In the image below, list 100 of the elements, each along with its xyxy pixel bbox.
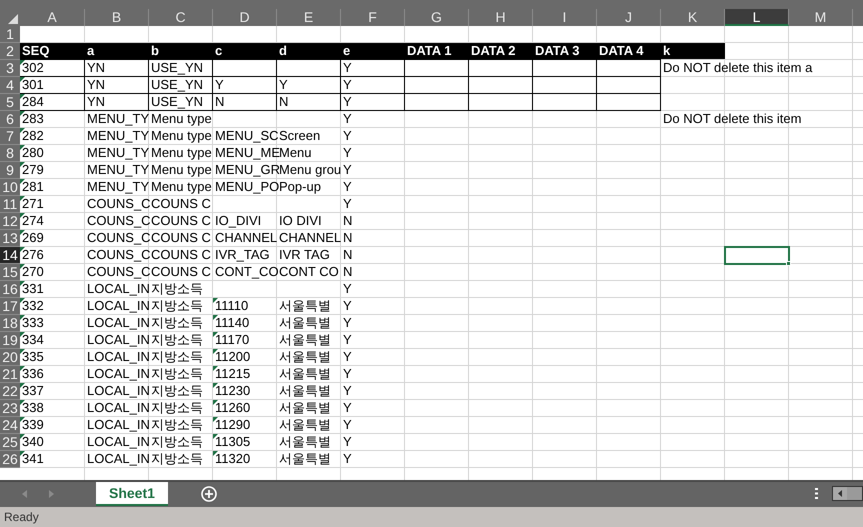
cell-text: Y [343, 179, 352, 195]
cell-text: 332 [22, 298, 44, 314]
cell-text: MENU_TY [87, 145, 150, 161]
status-text: Ready [4, 509, 39, 526]
row-header[interactable]: 8 [0, 145, 20, 161]
cell-text: 지방소득 [151, 281, 203, 297]
column-header[interactable]: L [725, 9, 789, 26]
column-header[interactable]: I [533, 9, 597, 26]
cell-text: 지방소득 [151, 417, 203, 433]
cell-text: MENU_PO [215, 179, 280, 195]
cell-text: 334 [22, 332, 44, 348]
column-header[interactable]: E [277, 9, 341, 26]
cell-text: Y [279, 77, 288, 93]
cell-text: 서울특별 [279, 315, 331, 331]
row-header[interactable]: 12 [0, 213, 20, 229]
cell-text: 335 [22, 349, 44, 365]
cell-text: N [215, 94, 224, 110]
column-header[interactable]: H [469, 9, 533, 26]
cell-text: 302 [22, 60, 44, 76]
cell-text: 341 [22, 451, 44, 467]
cell-text: LOCAL_IN [87, 315, 150, 331]
cell-text: 서울특별 [279, 366, 331, 382]
cell-text: MENU_TY [87, 179, 150, 195]
cell-text: YN [87, 94, 106, 110]
cell-text: COUNS_C [87, 264, 151, 280]
cell-text: 11200 [215, 349, 250, 365]
cell-text: COUNS_C [87, 247, 151, 263]
row-header[interactable]: 17 [0, 298, 20, 314]
header-cell: a [85, 43, 149, 59]
cell-text: Y [343, 77, 352, 93]
row-header[interactable]: 10 [0, 179, 20, 195]
row-header[interactable]: 3 [0, 60, 20, 76]
row-header[interactable]: 23 [0, 400, 20, 416]
cell-text: 271 [22, 196, 44, 212]
sheet-tab[interactable]: Sheet1 [96, 482, 168, 506]
cell-text: Y [343, 60, 352, 76]
cell-text: Y [343, 332, 352, 348]
header-cell: k [661, 43, 725, 59]
cell-text: 11290 [215, 417, 250, 433]
cell-text: Y [343, 281, 352, 297]
row-header[interactable]: 11 [0, 196, 20, 212]
row-header[interactable]: 1 [0, 26, 20, 42]
cell-text: 지방소득 [151, 349, 203, 365]
cell-text: YN [87, 77, 106, 93]
cell-text: 274 [22, 213, 44, 229]
row-header[interactable]: 26 [0, 451, 20, 467]
more-options-icon[interactable] [815, 488, 818, 499]
column-header[interactable]: J [597, 9, 661, 26]
row-header[interactable]: 6 [0, 111, 20, 127]
row-header[interactable]: 15 [0, 264, 20, 280]
cell-text: IVR_TAG [215, 247, 270, 263]
row-header[interactable]: 14 [0, 247, 20, 263]
row-header[interactable]: 9 [0, 162, 20, 178]
cell-text: MENU_ME [215, 145, 280, 161]
row-header[interactable]: 24 [0, 417, 20, 433]
row-header[interactable]: 21 [0, 366, 20, 382]
scroll-left-button[interactable] [833, 487, 847, 500]
left-arrow-icon [838, 490, 842, 497]
cell-text: YN [87, 60, 106, 76]
select-all-icon[interactable] [8, 14, 18, 24]
column-header[interactable]: A [20, 9, 85, 26]
cell-text: Menu grou [279, 162, 342, 178]
column-header[interactable]: B [85, 9, 149, 26]
column-header[interactable]: M [789, 9, 853, 26]
row-header[interactable]: 13 [0, 230, 20, 246]
cell-text: 339 [22, 417, 44, 433]
horizontal-scrollbar[interactable] [832, 486, 863, 501]
row-header[interactable]: 19 [0, 332, 20, 348]
cell-text: MENU_SC [215, 128, 279, 144]
add-sheet-icon[interactable] [200, 486, 217, 502]
column-header[interactable]: F [341, 9, 405, 26]
column-header[interactable]: C [149, 9, 213, 26]
row-header[interactable]: 22 [0, 383, 20, 399]
cell-text: 11110 [215, 298, 248, 314]
row-header[interactable]: 7 [0, 128, 20, 144]
cell-text: COUNS C [151, 213, 211, 229]
cell-text: Pop-up [279, 179, 321, 195]
cell-text: CHANNEL [279, 230, 342, 246]
cell-text: LOCAL_IN [87, 417, 150, 433]
row-header[interactable]: 18 [0, 315, 20, 331]
row-header[interactable]: 20 [0, 349, 20, 365]
row-header[interactable]: 2 [0, 43, 20, 59]
row-header[interactable]: 5 [0, 94, 20, 110]
column-header[interactable]: G [405, 9, 469, 26]
cell-text: MENU_TY [87, 128, 150, 144]
header-cell: b [149, 43, 213, 59]
cell-text: 서울특별 [279, 349, 331, 365]
cell-text: 서울특별 [279, 332, 331, 348]
cell-text: 지방소득 [151, 366, 203, 382]
row-header[interactable]: 4 [0, 77, 20, 93]
row-header[interactable]: 16 [0, 281, 20, 297]
cell-text: LOCAL_IN [87, 332, 150, 348]
cell-text: 서울특별 [279, 298, 331, 314]
selected-cell[interactable] [724, 246, 790, 265]
column-header[interactable]: D [213, 9, 277, 26]
cell-text: 서울특별 [279, 383, 331, 399]
cell-text: Y [343, 111, 352, 127]
cell-text: 337 [22, 383, 44, 399]
row-header[interactable]: 25 [0, 434, 20, 450]
cell-text: Y [343, 400, 352, 416]
